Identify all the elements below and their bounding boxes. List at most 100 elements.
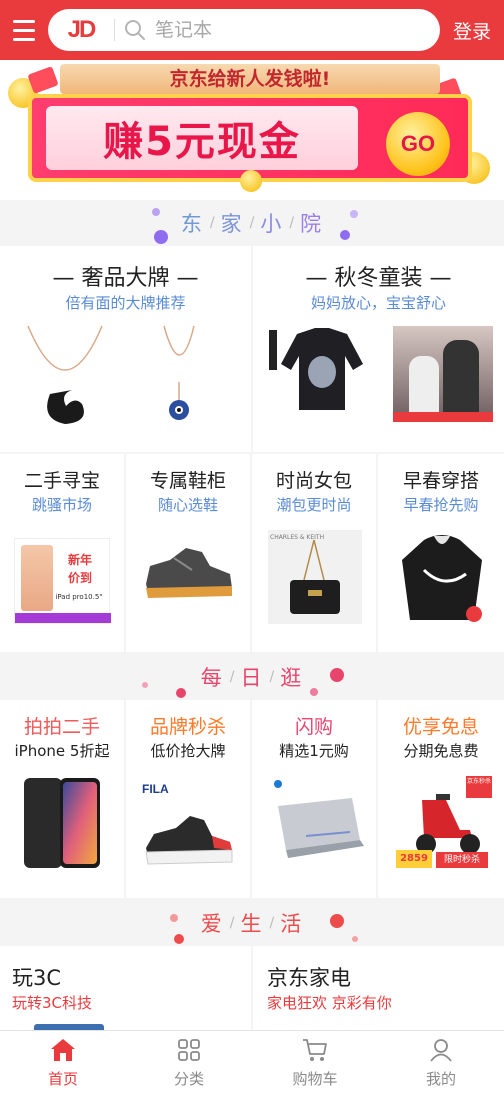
section-char: 东	[180, 212, 204, 236]
top-header: JD 登录	[0, 0, 504, 60]
card-title: 拍拍二手	[23, 716, 100, 738]
card-title: 闪购	[294, 716, 333, 738]
bottom-tabbar: 首页 分类 购物车 我的	[0, 1030, 504, 1096]
sneaker-image	[145, 816, 233, 865]
banner-main: 赚5元现金 GO	[28, 94, 472, 182]
section-char: 家	[220, 212, 244, 236]
card-title: — 奢品大牌 —	[52, 266, 199, 291]
decor-dot	[154, 230, 168, 244]
promo-text: 价到	[67, 571, 92, 585]
necklace-eye-image	[163, 325, 195, 420]
tab-label: 首页	[47, 1070, 78, 1088]
card-subtitle: 家电狂欢 京彩有你	[267, 994, 392, 1012]
card-title: 时尚女包	[275, 470, 352, 492]
section-char: 院	[300, 212, 324, 236]
section-char: 活	[280, 912, 304, 936]
section-title-meiriguang: 每 / 日 / 逛	[0, 654, 504, 700]
banner-go-button[interactable]: GO	[386, 112, 450, 176]
card-title: 品牌秒杀	[149, 716, 226, 738]
hiking-shoe-image	[146, 548, 232, 598]
card-luxury-brands[interactable]: — 奢品大牌 — 倍有面的大牌推荐	[0, 246, 251, 452]
grid-icon	[178, 1039, 200, 1061]
decor-dot	[350, 210, 358, 218]
section-title-aishenghuo: 爱 / 生 / 活	[0, 900, 504, 946]
card-title: 优享免息	[402, 716, 479, 738]
jd-logo[interactable]: JD	[48, 16, 114, 44]
ipad-promo-image: 新年 价到 iPad pro10.5"	[14, 538, 111, 624]
promo-price: 2859	[396, 850, 432, 868]
jd-mobile-home: JD 登录 京东给新人发钱啦! 赚5元现金 GO 东 / 家	[0, 0, 504, 1096]
decor-dot	[330, 668, 344, 682]
banner-ribbon: 京东给新人发钱啦!	[60, 64, 440, 94]
section-char: 日	[240, 666, 264, 690]
red-packet-decoration	[27, 66, 59, 94]
kids-sweater-image	[269, 328, 363, 410]
tab-cart[interactable]: 购物车	[252, 1031, 378, 1096]
section-separator: /	[249, 215, 255, 231]
jacket-image	[394, 530, 490, 626]
card-subtitle: 玩转3C科技	[12, 994, 93, 1012]
iphone-image	[24, 778, 100, 868]
login-button[interactable]: 登录	[440, 17, 504, 44]
card-subtitle: iPhone 5折起	[14, 742, 110, 760]
promo-text: iPad pro10.5"	[55, 593, 103, 601]
banner-headline: 赚5元现金	[103, 119, 301, 165]
section-separator: /	[289, 215, 295, 231]
section-char: 生	[240, 912, 264, 936]
promo-banner[interactable]: 京东给新人发钱啦! 赚5元现金 GO	[0, 60, 504, 200]
card-subtitle: 分期免息费	[403, 742, 479, 760]
kids-photo-image	[393, 326, 493, 422]
tab-home[interactable]: 首页	[0, 1031, 126, 1096]
search-box[interactable]: JD	[48, 9, 440, 51]
section-char: 爱	[200, 912, 224, 936]
card-subtitle: 倍有面的大牌推荐	[65, 294, 186, 312]
card-title: 早春穿搭	[402, 470, 479, 492]
promo-text: 新年	[67, 553, 92, 567]
card-bags[interactable]: 时尚女包 潮包更时尚 CHARLES & KEITH	[252, 454, 376, 652]
coin-decoration	[240, 170, 262, 192]
card-shoes[interactable]: 专属鞋柜 随心选鞋	[126, 454, 250, 652]
card-subtitle: 随心选鞋	[157, 496, 218, 514]
section-char: 小	[260, 212, 284, 236]
search-input[interactable]	[155, 19, 415, 41]
decor-dot	[174, 934, 184, 944]
laptop-image	[274, 780, 364, 858]
card-interest-free[interactable]: 优享免息 分期免息费 京东秒杀 2859 限时秒杀	[378, 700, 504, 898]
card-flash-sale[interactable]: 闪购 精选1元购	[252, 700, 376, 898]
cart-icon	[303, 1039, 327, 1061]
card-kids-clothing[interactable]: — 秋冬童装 — 妈妈放心，宝宝舒心	[253, 246, 504, 452]
tab-category[interactable]: 分类	[126, 1031, 252, 1096]
home-icon	[51, 1039, 75, 1061]
card-title: 京东家电	[267, 966, 351, 990]
decor-dot	[352, 936, 358, 942]
tab-label: 购物车	[292, 1070, 338, 1088]
section-separator: /	[269, 915, 275, 931]
necklace-swan-image	[27, 325, 103, 424]
card-jd-appliances[interactable]: 京东家电 家电狂欢 京彩有你	[253, 946, 504, 1032]
card-second-hand[interactable]: 二手寻宝 跳骚市场 新年 价到 iPad pro10.5"	[0, 454, 124, 652]
card-title: 玩3C	[12, 966, 62, 990]
search-icon[interactable]	[115, 9, 155, 51]
card-spring-outfit[interactable]: 早春穿搭 早春抢先购	[378, 454, 504, 652]
section-title-dongjiaxiaoyuan: 东 / 家 / 小 / 院	[0, 200, 504, 246]
decor-dot	[170, 914, 178, 922]
decor-dot	[152, 208, 160, 216]
card-subtitle: 低价抢大牌	[150, 742, 226, 760]
card-subtitle: 早春抢先购	[403, 496, 479, 514]
card-subtitle: 精选1元购	[279, 742, 349, 760]
handbag-image: CHARLES & KEITH	[268, 530, 362, 624]
card-title: 二手寻宝	[23, 470, 100, 492]
card-title: 专属鞋柜	[149, 470, 226, 492]
section-separator: /	[209, 215, 215, 231]
card-subtitle: 妈妈放心，宝宝舒心	[310, 294, 446, 312]
decor-dot	[176, 688, 186, 698]
card-3c[interactable]: 玩3C 玩转3C科技	[0, 946, 251, 1032]
section-separator: /	[229, 915, 235, 931]
menu-icon[interactable]	[0, 0, 48, 60]
decor-dot	[310, 688, 318, 696]
card-paipai[interactable]: 拍拍二手 iPhone 5折起	[0, 700, 124, 898]
tab-mine[interactable]: 我的	[378, 1031, 504, 1096]
banner-headline-box: 赚5元现金	[46, 106, 358, 170]
card-brand-flash[interactable]: 品牌秒杀 低价抢大牌 FILA	[126, 700, 250, 898]
decor-dot	[330, 914, 344, 928]
